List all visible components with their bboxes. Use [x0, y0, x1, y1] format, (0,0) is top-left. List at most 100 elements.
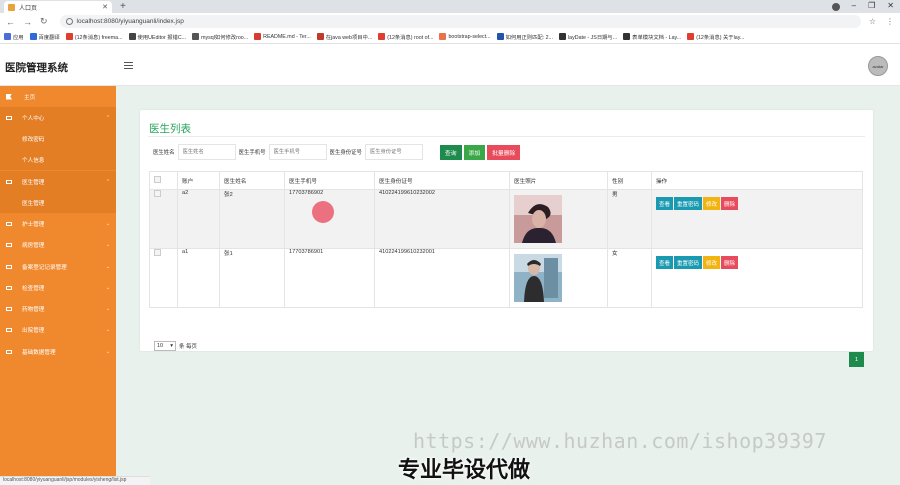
sidebar-item-11[interactable]: 出院管理 ⌄: [0, 319, 116, 340]
new-tab-icon[interactable]: +: [120, 1, 126, 12]
reset-password-button[interactable]: 重置密码: [674, 256, 703, 269]
menu-toggle-icon[interactable]: [124, 62, 133, 71]
back-icon[interactable]: ←: [6, 17, 15, 27]
watermark-text: https://www.huzhan.com/ishop39397: [413, 429, 827, 453]
delete-button[interactable]: 删除: [721, 256, 739, 269]
brand-title: 医院管理系统: [5, 62, 68, 74]
bookmark-item[interactable]: mysql如何修改roo...: [192, 33, 248, 41]
url-field[interactable]: localhost:8080/yiyuanguanli/index.jsp: [59, 15, 861, 28]
bookmark-item[interactable]: 表单模块文档 - Lay...: [623, 33, 681, 41]
bookmark-favicon-icon: [623, 33, 631, 40]
row-actions: 查看 重置密码 修改 删除: [656, 256, 858, 269]
chevron-down-icon: ⌄: [105, 284, 110, 291]
bookmark-item[interactable]: 使用UEditor 报错C...: [128, 33, 187, 41]
bookmark-label: 在java web项目中...: [325, 34, 373, 41]
list-icon: [6, 306, 12, 311]
id-card-input[interactable]: [364, 144, 423, 160]
bookmark-item[interactable]: bootstrap-select...: [439, 33, 491, 40]
bookmark-label: layDate - JS日期与...: [567, 34, 618, 41]
bookmark-favicon-icon: [65, 33, 73, 40]
bookmark-label: 表单模块文档 - Lay...: [632, 34, 682, 41]
tab-close-icon[interactable]: ✕: [102, 3, 108, 11]
sidebar-item-10[interactable]: 药物管理 ⌄: [0, 298, 116, 319]
bookmark-item[interactable]: layDate - JS日期与...: [558, 33, 618, 41]
close-window-icon[interactable]: ✕: [887, 1, 894, 11]
select-all-checkbox[interactable]: [154, 176, 161, 183]
list-icon: [6, 349, 12, 354]
bookmark-item[interactable]: 如何用正则匹配: 2...: [496, 33, 553, 41]
bookmark-item[interactable]: (12条消息) freema...: [65, 33, 123, 41]
sidebar-item-9[interactable]: 检查管理 ⌄: [0, 277, 116, 298]
sidebar-item-7[interactable]: 病房管理 ⌄: [0, 234, 116, 255]
sidebar-item-2[interactable]: 修改密码: [0, 128, 116, 149]
mouse-cursor-highlight: [312, 201, 334, 223]
bookmark-item[interactable]: 百度翻译: [29, 33, 60, 41]
bookmark-star-icon[interactable]: ☆: [869, 17, 876, 26]
reset-password-button[interactable]: 重置密码: [674, 197, 703, 210]
sidebar-item-3[interactable]: 个人信息: [0, 149, 116, 170]
bookmark-favicon-icon: [4, 33, 11, 40]
bookmark-item[interactable]: (12条消息) 关于lay...: [687, 33, 744, 41]
col-id-card: 医生身份证号: [374, 171, 510, 190]
minimize-icon[interactable]: –: [852, 1, 856, 11]
bookmark-item[interactable]: README.md - Ter...: [254, 33, 311, 40]
sidebar-item-12[interactable]: 基础数据管理 ⌄: [0, 341, 116, 362]
view-button[interactable]: 查看: [656, 197, 674, 210]
sidebar-item-label: 基础数据管理: [22, 349, 56, 356]
page-size-select[interactable]: 10 ▾: [154, 341, 176, 351]
bookmark-favicon-icon: [687, 33, 695, 40]
doctor-list-card: 医生列表 医生姓名 医生手机号 医生身份证号 查询 添加 批量删除: [140, 110, 873, 367]
bookmark-item[interactable]: (12条消息) root of...: [378, 33, 433, 41]
view-button[interactable]: 查看: [656, 256, 674, 269]
avatar[interactable]: avatar: [868, 56, 888, 76]
delete-button[interactable]: 删除: [721, 197, 739, 210]
app-header: 医院管理系统 avatar: [0, 45, 900, 86]
search-button[interactable]: 查询: [439, 144, 462, 160]
browser-tab[interactable]: 人口页 ✕: [4, 1, 112, 13]
bookmark-favicon-icon: [378, 33, 386, 40]
menu-icon[interactable]: ⋮: [886, 17, 894, 26]
profile-icon[interactable]: [831, 3, 840, 11]
edit-button[interactable]: 修改: [703, 256, 721, 269]
bookmark-favicon-icon: [316, 33, 324, 40]
row-checkbox[interactable]: [154, 190, 161, 197]
batch-delete-button[interactable]: 批量删除: [487, 144, 521, 160]
sidebar-item-8[interactable]: 备案登记记录管理 ⌄: [0, 256, 116, 277]
url-text: localhost:8080/yiyuanguanli/index.jsp: [76, 18, 184, 25]
chevron-down-icon: ⌄: [105, 305, 110, 312]
forward-icon[interactable]: →: [23, 17, 32, 27]
maximize-icon[interactable]: ❐: [868, 1, 875, 11]
pagination-page-1[interactable]: 1: [849, 352, 864, 367]
flag-icon: [6, 93, 12, 100]
bookmark-label: 使用UEditor 报错C...: [137, 34, 187, 41]
add-button[interactable]: 添加: [463, 144, 486, 160]
chevron-down-icon: ⌄: [105, 348, 110, 355]
main-content: 医生列表 医生姓名 医生手机号 医生身份证号 查询 添加 批量删除: [116, 86, 900, 485]
id-card-label: 医生身份证号: [329, 150, 362, 156]
bookmark-item[interactable]: 在java web项目中...: [316, 33, 373, 41]
page-size-value: 10: [157, 343, 164, 349]
col-account: 账户: [177, 171, 220, 190]
table-row: a2 张2 17703786902 410224199610232002 男 查…: [149, 189, 863, 249]
sidebar-item-0[interactable]: 主页: [0, 86, 116, 107]
sidebar-item-label: 检查管理: [22, 285, 45, 292]
cell-gender: 男: [607, 189, 652, 249]
cell-account: a1: [177, 248, 220, 308]
sidebar-item-label: 个人中心: [22, 115, 45, 122]
phone-input[interactable]: [268, 144, 327, 160]
browser-status-bar: localhost:8080/yiyuanguanli/jsp/modules/…: [0, 476, 150, 485]
list-icon: [6, 285, 12, 290]
sidebar-item-6[interactable]: 护士管理 ⌄: [0, 213, 116, 234]
reload-icon[interactable]: ↻: [40, 16, 48, 27]
sidebar-item-1[interactable]: 个人中心 ⌃: [0, 107, 116, 128]
edit-button[interactable]: 修改: [703, 197, 721, 210]
row-checkbox[interactable]: [154, 249, 161, 256]
site-info-icon[interactable]: [65, 18, 73, 25]
sidebar: 主页 个人中心 ⌃ 修改密码 个人信息 医生管理 ⌃ 医生管理 护士管理 ⌄ 病房管理 ⌄ 备案登记记录…: [0, 86, 116, 485]
cell-gender: 女: [607, 248, 652, 308]
sidebar-item-5[interactable]: 医生管理: [0, 192, 116, 213]
sidebar-item-4[interactable]: 医生管理 ⌃: [0, 171, 116, 192]
bookmark-item[interactable]: 应用: [4, 33, 24, 41]
doctor-table: 账户 医生姓名 医生手机号 医生身份证号 医生照片 性别 操作 a2 张2 17…: [149, 171, 863, 308]
name-input[interactable]: [177, 144, 236, 160]
